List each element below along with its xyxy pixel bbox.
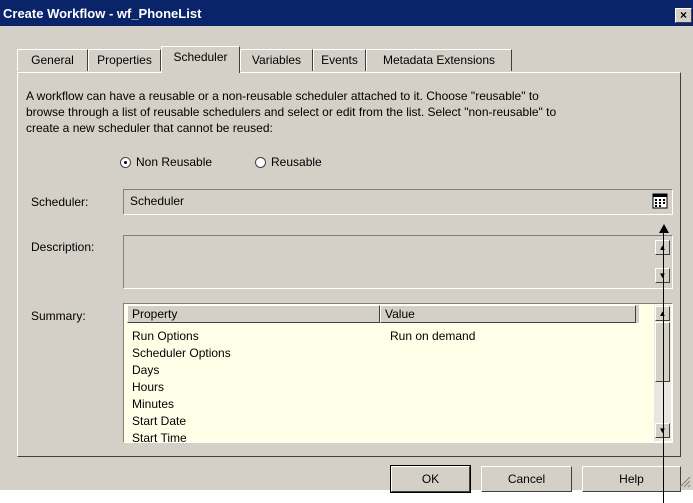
tab-properties-label: Properties [97,53,152,67]
close-icon: × [679,8,687,22]
radio-checked-icon [120,157,131,168]
window-title: Create Workflow - wf_PhoneList [3,5,202,21]
scheduler-field[interactable]: Scheduler [123,189,673,215]
tab-scheduler[interactable]: Scheduler [161,46,240,73]
title-bar: Create Workflow - wf_PhoneList [0,0,693,26]
cancel-button[interactable]: Cancel [481,466,572,492]
row-property: Scheduler Options [132,346,231,360]
row-property: Days [132,363,160,377]
row-property: Run Options [132,329,199,343]
close-button[interactable]: × [675,8,692,23]
summary-grid-header: Property Value [127,305,639,323]
table-row[interactable]: Scheduler Options [132,346,632,362]
callout-arrow-icon [659,224,669,233]
table-row[interactable]: Hours [132,380,632,396]
reusable-radio[interactable]: Reusable [255,155,322,169]
tab-metadata-extensions-label: Metadata Extensions [382,53,496,67]
description-label: Description: [31,240,95,254]
row-property: Start Date [132,414,187,428]
reusable-label: Reusable [271,155,322,169]
tab-metadata-extensions[interactable]: Metadata Extensions [366,49,512,71]
table-row[interactable]: Start Date [132,414,632,430]
row-property: Minutes [132,397,175,411]
intro-text: A workflow can have a reusable or a non-… [26,88,666,136]
tab-general[interactable]: General [17,49,88,71]
intro-line-3: create a new scheduler that cannot be re… [26,121,273,135]
resize-grip-icon[interactable] [679,476,691,488]
tab-general-label: General [31,53,74,67]
tab-events-label: Events [321,53,358,67]
row-property: Hours [132,380,165,394]
row-property: Start Time [132,431,187,443]
scheduler-value: Scheduler [130,194,185,208]
tab-variables-label: Variables [251,53,302,67]
scheduler-label: Scheduler: [31,195,89,209]
ok-button[interactable]: OK [390,465,471,493]
table-row[interactable]: Run Options Run on demand [132,329,632,345]
intro-line-1: A workflow can have a reusable or a non-… [26,89,539,103]
row-value: Run on demand [390,329,476,343]
tab-events[interactable]: Events [313,49,366,71]
create-workflow-dialog: Create Workflow - wf_PhoneList × General… [0,0,693,493]
tab-properties[interactable]: Properties [88,49,161,71]
column-header-value[interactable]: Value [380,305,636,323]
callout-line [663,232,664,503]
non-reusable-radio[interactable]: Non Reusable [120,155,212,169]
summary-label: Summary: [31,309,86,323]
intro-line-2: browse through a list of reusable schedu… [26,105,557,119]
calendar-icon[interactable] [652,193,668,209]
table-row[interactable]: Minutes [132,397,632,413]
summary-grid[interactable]: Property Value Run Options Run on demand… [123,303,673,443]
radio-unchecked-icon [255,157,266,168]
column-header-property[interactable]: Property [127,305,380,323]
description-field[interactable]: ▲ ▼ [123,235,673,289]
non-reusable-label: Non Reusable [136,155,213,169]
tab-variables[interactable]: Variables [240,49,313,71]
table-row[interactable]: Start Time [132,431,632,443]
tab-scheduler-label: Scheduler [173,50,228,64]
help-button[interactable]: Help [582,466,681,492]
table-row[interactable]: Days [132,363,632,379]
